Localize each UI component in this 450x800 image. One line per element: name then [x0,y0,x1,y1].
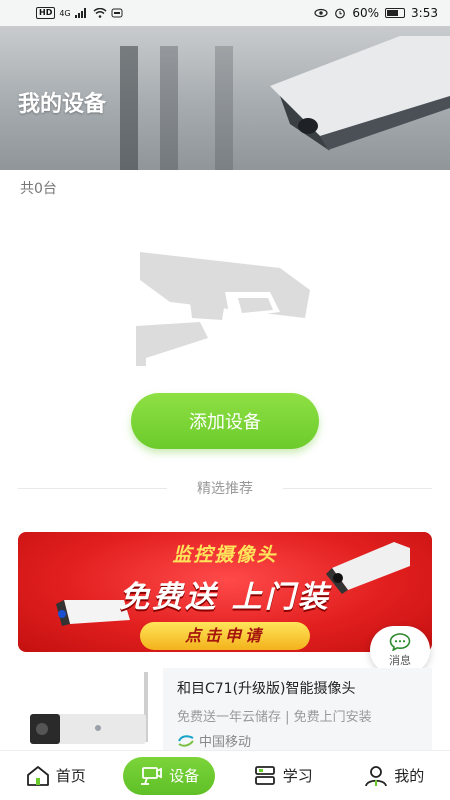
network-type: 4G [59,8,71,18]
eye-icon [314,8,328,18]
status-bar: HD 4G 60% 3:53 [0,0,450,26]
promo-headline: 监控摄像头 [172,544,278,566]
product-vendor-name: 中国移动 [199,735,252,750]
chat-bubble-icon [389,632,411,651]
device-count: 共0台 [20,181,57,197]
tab-profile[interactable]: 我的 [350,757,438,795]
promo-main-text: 免费送 上门装 [119,580,331,615]
clock-time: 3:53 [411,6,438,20]
profile-icon [365,765,388,786]
empty-camera-illustration [136,252,310,366]
wifi-icon [93,8,107,18]
tab-profile-label: 我的 [394,767,425,785]
product-subtitle: 免费送一年云储存 | 免费上门安装 [177,710,372,725]
battery-percent: 60% [352,6,380,20]
product-info: 和目C71(升级版)智能摄像头 免费送一年云储存 | 免费上门安装 中国移动 [163,668,432,750]
hd-badge: HD [36,7,56,19]
featured-divider: 精选推荐 [18,478,432,498]
tab-home-label: 首页 [55,767,86,785]
tab-learn[interactable]: 学习 [239,757,327,795]
product-title: 和目C71(升级版)智能摄像头 [177,681,356,697]
device-icon [141,766,163,785]
tab-device-label: 设备 [169,767,200,785]
product-card[interactable]: 和目C71(升级版)智能摄像头 免费送一年云储存 | 免费上门安装 中国移动 [18,666,432,750]
battery-icon [385,8,406,18]
banner-camera-image [270,36,450,151]
product-camera-image [18,666,163,750]
tab-home[interactable]: 首页 [12,757,100,795]
china-mobile-logo-icon [178,734,194,747]
promo-apply-button[interactable]: 点击申请 [140,622,310,650]
tab-device[interactable]: 设备 [123,756,216,795]
bottom-tab-bar: 首页 设备 学习 我的 [0,750,450,800]
header-banner: 我的设备 [0,26,450,170]
product-vendor: 中国移动 [177,731,418,750]
app-screen: HD 4G 60% 3:53 我的设备 共0台 添加设备 精选推荐 监控摄像头 … [0,0,450,800]
page-title: 我的设备 [18,92,107,117]
notification-icon [111,8,123,18]
home-icon [26,765,49,786]
add-device-button[interactable]: 添加设备 [131,393,319,449]
learn-icon [254,765,275,785]
signal-icon [74,8,86,18]
featured-section-title: 精选推荐 [197,481,253,497]
promo-banner[interactable]: 监控摄像头 免费送 上门装 点击申请 [18,532,432,652]
tab-learn-label: 学习 [282,767,313,785]
alarm-icon [335,8,346,19]
